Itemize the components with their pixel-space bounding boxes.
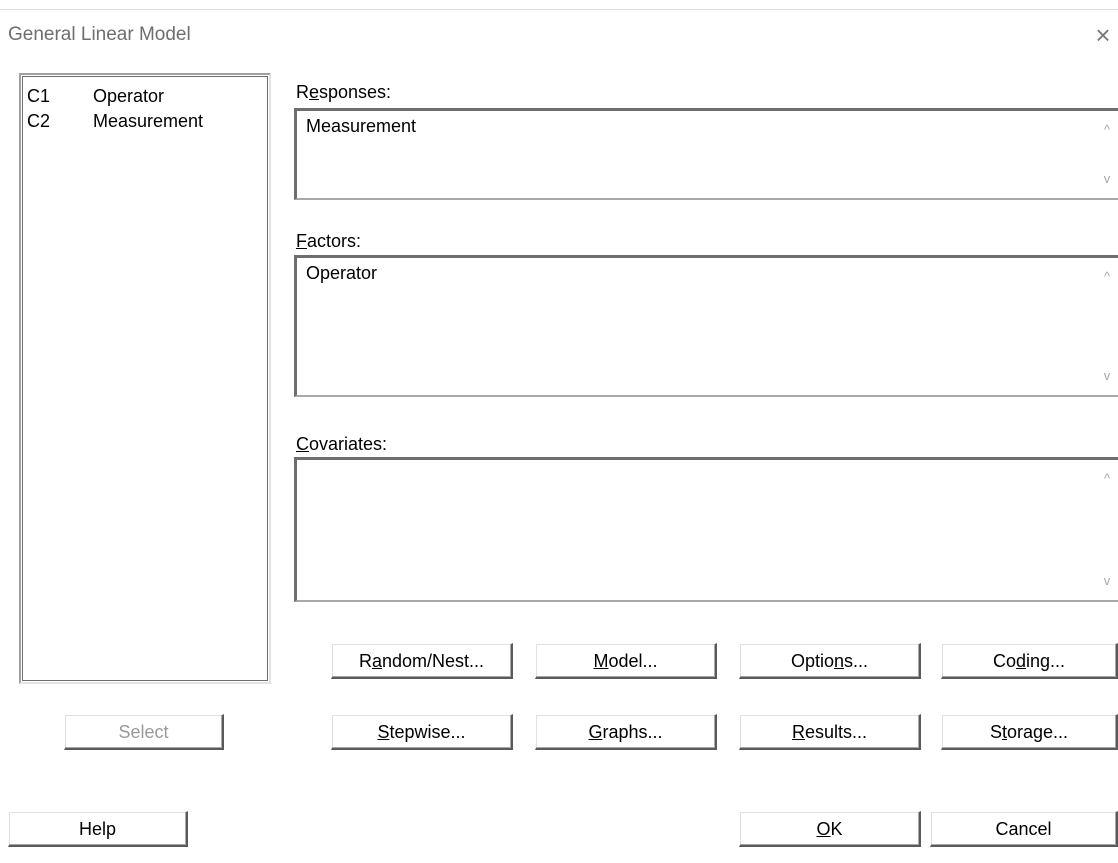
factors-scrollbar[interactable]: ^ v	[1096, 258, 1118, 395]
ok-button[interactable]: OK	[739, 811, 921, 847]
list-item[interactable]: C1 Operator	[27, 85, 164, 107]
factors-field[interactable]: Operator ^ v	[294, 255, 1118, 397]
column-name: Measurement	[93, 111, 204, 131]
results-button[interactable]: Results...	[739, 714, 921, 750]
model-button[interactable]: Model...	[535, 643, 717, 679]
coding-button[interactable]: Coding...	[941, 643, 1118, 679]
select-button[interactable]: Select	[64, 714, 224, 750]
random-nest-button[interactable]: Random/Nest...	[331, 643, 513, 679]
cancel-button[interactable]: Cancel	[930, 811, 1118, 847]
scroll-down-icon[interactable]: v	[1100, 574, 1114, 587]
column-id: C1	[27, 86, 51, 106]
scroll-up-icon[interactable]: ^	[1100, 270, 1114, 283]
scroll-up-icon[interactable]: ^	[1100, 123, 1114, 136]
dialog-title: General Linear Model	[8, 24, 191, 45]
responses-scrollbar[interactable]: ^ v	[1096, 111, 1118, 198]
responses-label: Responses:	[296, 82, 392, 102]
responses-value: Measurement	[306, 116, 417, 136]
responses-field[interactable]: Measurement ^ v	[294, 108, 1118, 200]
top-border	[0, 9, 1118, 10]
help-button[interactable]: Help	[8, 811, 188, 847]
factors-label: Factors:	[296, 231, 362, 251]
factors-value: Operator	[306, 263, 378, 283]
graphs-button[interactable]: Graphs...	[535, 714, 717, 750]
options-button[interactable]: Options...	[739, 643, 921, 679]
column-name: Operator	[93, 86, 165, 106]
stepwise-button[interactable]: Stepwise...	[331, 714, 513, 750]
close-icon[interactable]: ×	[1088, 18, 1118, 52]
scroll-down-icon[interactable]: v	[1100, 172, 1114, 185]
scroll-up-icon[interactable]: ^	[1100, 472, 1114, 485]
variable-list[interactable]: C1 Operator C2 Measurement	[19, 73, 271, 684]
variable-list-inner: C1 Operator C2 Measurement	[22, 76, 268, 681]
column-id: C2	[27, 111, 51, 131]
covariates-field[interactable]: ^ v	[294, 457, 1118, 602]
scroll-down-icon[interactable]: v	[1100, 369, 1114, 382]
covariates-scrollbar[interactable]: ^ v	[1096, 460, 1118, 600]
covariates-label: Covariates:	[296, 434, 388, 454]
storage-button[interactable]: Storage...	[941, 714, 1118, 750]
list-item[interactable]: C2 Measurement	[27, 110, 203, 132]
